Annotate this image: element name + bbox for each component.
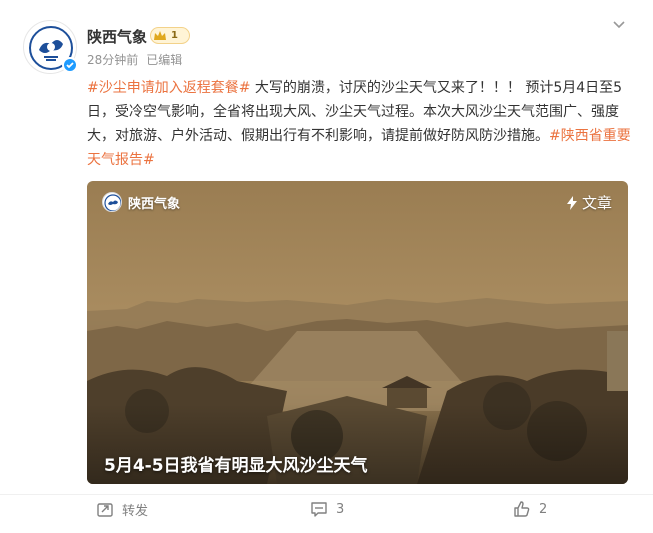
username[interactable]: 陕西气象 [87, 26, 147, 47]
verified-icon [62, 57, 78, 73]
comment-icon [311, 502, 327, 517]
article-card[interactable]: 陕西气象 文章 5月4-5日我省有明显大风沙尘天气 [87, 181, 628, 484]
vip-crown-icon [154, 30, 166, 40]
post-text: #沙尘申请加入返程套餐# 大写的崩溃，讨厌的沙尘天气又来了！！！ 预计5月4日至… [87, 76, 632, 172]
repost-icon [97, 502, 113, 517]
footer-divider [0, 494, 653, 495]
comment-button[interactable]: 3 [310, 500, 344, 518]
media-caption: 5月4-5日我省有明显大风沙尘天气 [104, 456, 368, 476]
article-label[interactable]: 文章 [566, 192, 612, 213]
vip-badge[interactable]: 1 [150, 27, 190, 44]
article-label-text: 文章 [581, 194, 612, 212]
hashtag-link[interactable]: #沙尘申请加入返程套餐# [87, 80, 250, 96]
lightning-icon [566, 195, 577, 210]
comment-count: 3 [336, 501, 345, 517]
media-source-name: 陕西气象 [128, 196, 181, 212]
edited-label[interactable]: 已编辑 [146, 51, 182, 68]
like-icon [514, 501, 530, 517]
source-logo [102, 192, 122, 212]
post-time[interactable]: 28分钟前 [87, 51, 138, 68]
post-meta: 28分钟前 已编辑 [87, 51, 182, 68]
media-source-row: 陕西气象 [102, 192, 180, 212]
more-options-button[interactable] [611, 16, 627, 32]
vip-level: 1 [171, 30, 178, 41]
weibo-post: 陕西气象 1 28分钟前 已编辑 #沙尘申请加入返程套餐# 大写的崩溃，讨厌的沙… [0, 0, 653, 533]
repost-button[interactable]: 转发 [96, 500, 148, 519]
like-count: 2 [539, 501, 548, 517]
repost-label: 转发 [122, 504, 149, 519]
chevron-down-icon [613, 21, 625, 29]
like-button[interactable]: 2 [513, 500, 547, 518]
